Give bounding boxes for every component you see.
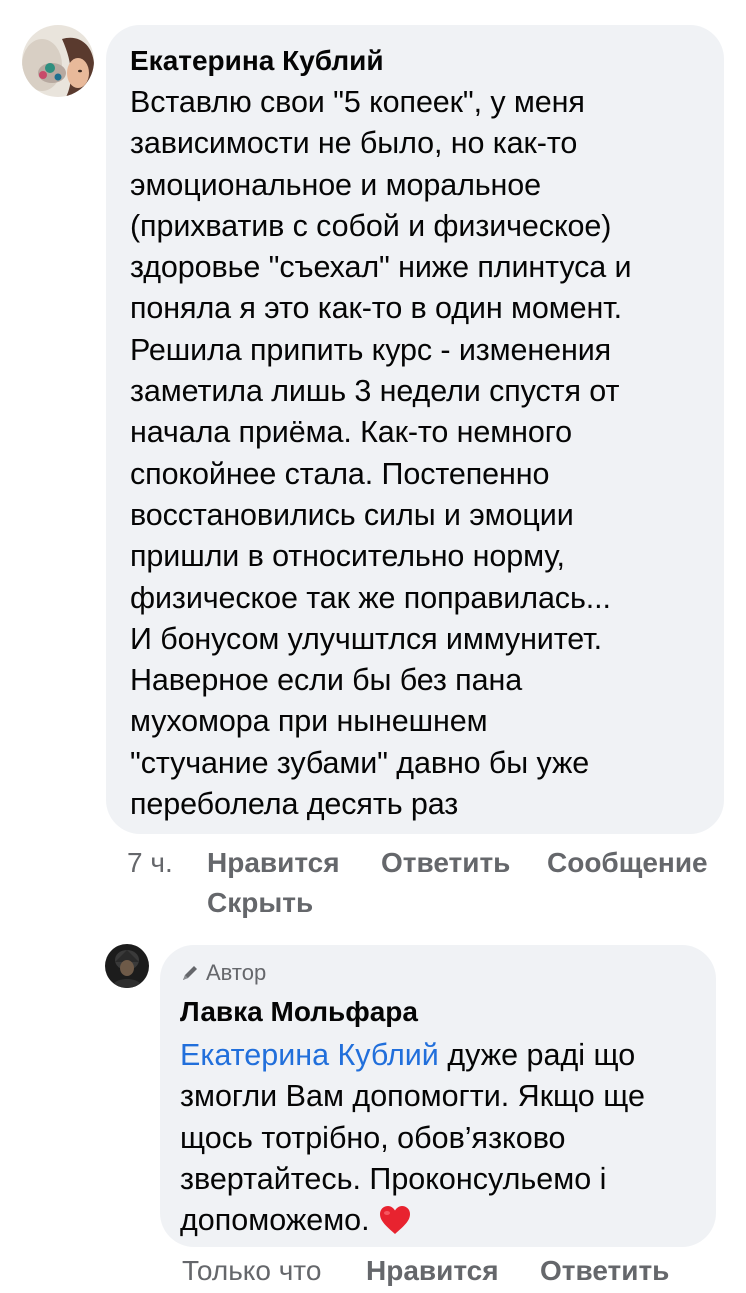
reply-button[interactable]: Ответить: [381, 847, 510, 879]
hide-button[interactable]: Скрыть: [207, 887, 313, 919]
comment-text: Вставлю свои "5 копеек", у меня зависимо…: [130, 85, 632, 822]
message-button[interactable]: Сообщение: [547, 847, 708, 879]
like-button[interactable]: Нравится: [207, 847, 340, 879]
reply-like-button[interactable]: Нравится: [366, 1255, 499, 1287]
red-heart-emoji: [378, 1204, 412, 1247]
page-avatar[interactable]: [105, 944, 149, 988]
comment-bubble: Екатерина Кублий Вставлю свои "5 копеек"…: [106, 25, 724, 834]
comment-author-name[interactable]: Екатерина Кублий: [130, 44, 704, 78]
pen-icon: [183, 966, 197, 980]
reply-actions-row: Только что Нравится Ответить: [0, 1253, 746, 1293]
mention-link[interactable]: Екатерина Кублий: [180, 1038, 439, 1072]
commenter-avatar[interactable]: [22, 25, 94, 97]
reply-bubble: Автор Лавка Мольфара Екатерина Кублий ду…: [160, 945, 716, 1247]
reply-author-name[interactable]: Лавка Мольфара: [180, 995, 696, 1029]
author-badge-label: Автор: [206, 960, 267, 985]
reply-timestamp: Только что: [182, 1255, 322, 1286]
author-badge: Автор: [180, 959, 696, 987]
reply-reply-button[interactable]: Ответить: [540, 1255, 669, 1287]
comment-timestamp: 7 ч.: [127, 847, 173, 878]
comment-actions-row: 7 ч. Нравится Ответить Сообщение Скрыть: [0, 845, 746, 925]
reply-text: Екатерина Кублий дуже раді що змогли Вам…: [180, 1035, 696, 1247]
